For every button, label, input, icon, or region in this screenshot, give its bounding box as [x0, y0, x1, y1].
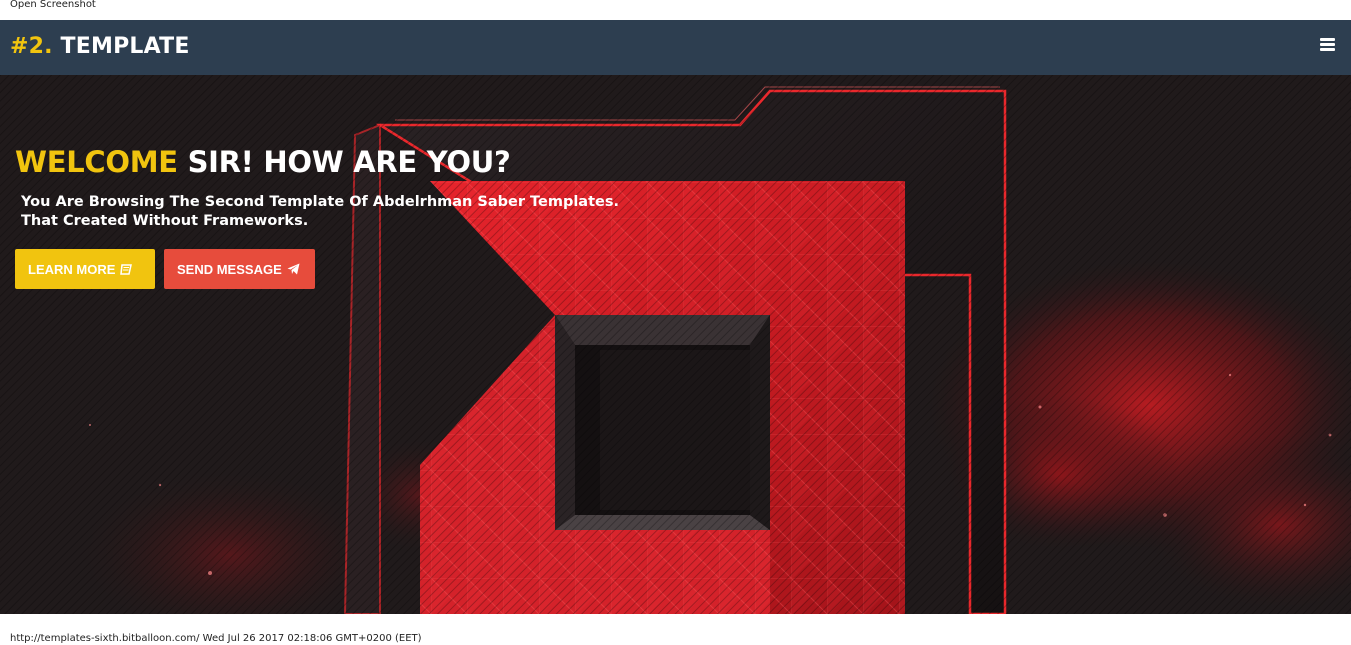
learn-more-label: LEARN MORE — [28, 261, 116, 277]
book-icon — [120, 263, 133, 275]
paper-plane-icon — [287, 263, 300, 275]
brand-text: TEMPLATE — [52, 34, 190, 59]
hero-title: WELCOME SIR! HOW ARE YOU? — [15, 145, 511, 179]
send-message-button[interactable]: SEND MESSAGE — [164, 249, 315, 289]
hero-subtitle: You Are Browsing The Second Template Of … — [21, 193, 619, 231]
send-message-label: SEND MESSAGE — [177, 261, 282, 277]
screenshot-caption: Open Screenshot — [10, 0, 96, 10]
hero-subtitle-line-1: You Are Browsing The Second Template Of … — [21, 194, 619, 210]
hero-title-accent: WELCOME — [15, 145, 178, 179]
learn-more-button[interactable]: LEARN MORE — [15, 249, 155, 289]
navbar: #2. TEMPLATE — [0, 20, 1351, 75]
brand-number: #2. — [10, 34, 53, 59]
hero-title-rest: SIR! HOW ARE YOU? — [177, 145, 511, 179]
hero-section: WELCOME SIR! HOW ARE YOU? You Are Browsi… — [0, 75, 1351, 614]
hero-subtitle-line-2: That Created Without Frameworks. — [21, 213, 309, 229]
hamburger-menu-icon[interactable] — [1320, 38, 1335, 52]
screenshot-url-timestamp: http://templates-sixth.bitballoon.com/ W… — [10, 633, 422, 644]
brand-logo[interactable]: #2. TEMPLATE — [10, 34, 190, 59]
